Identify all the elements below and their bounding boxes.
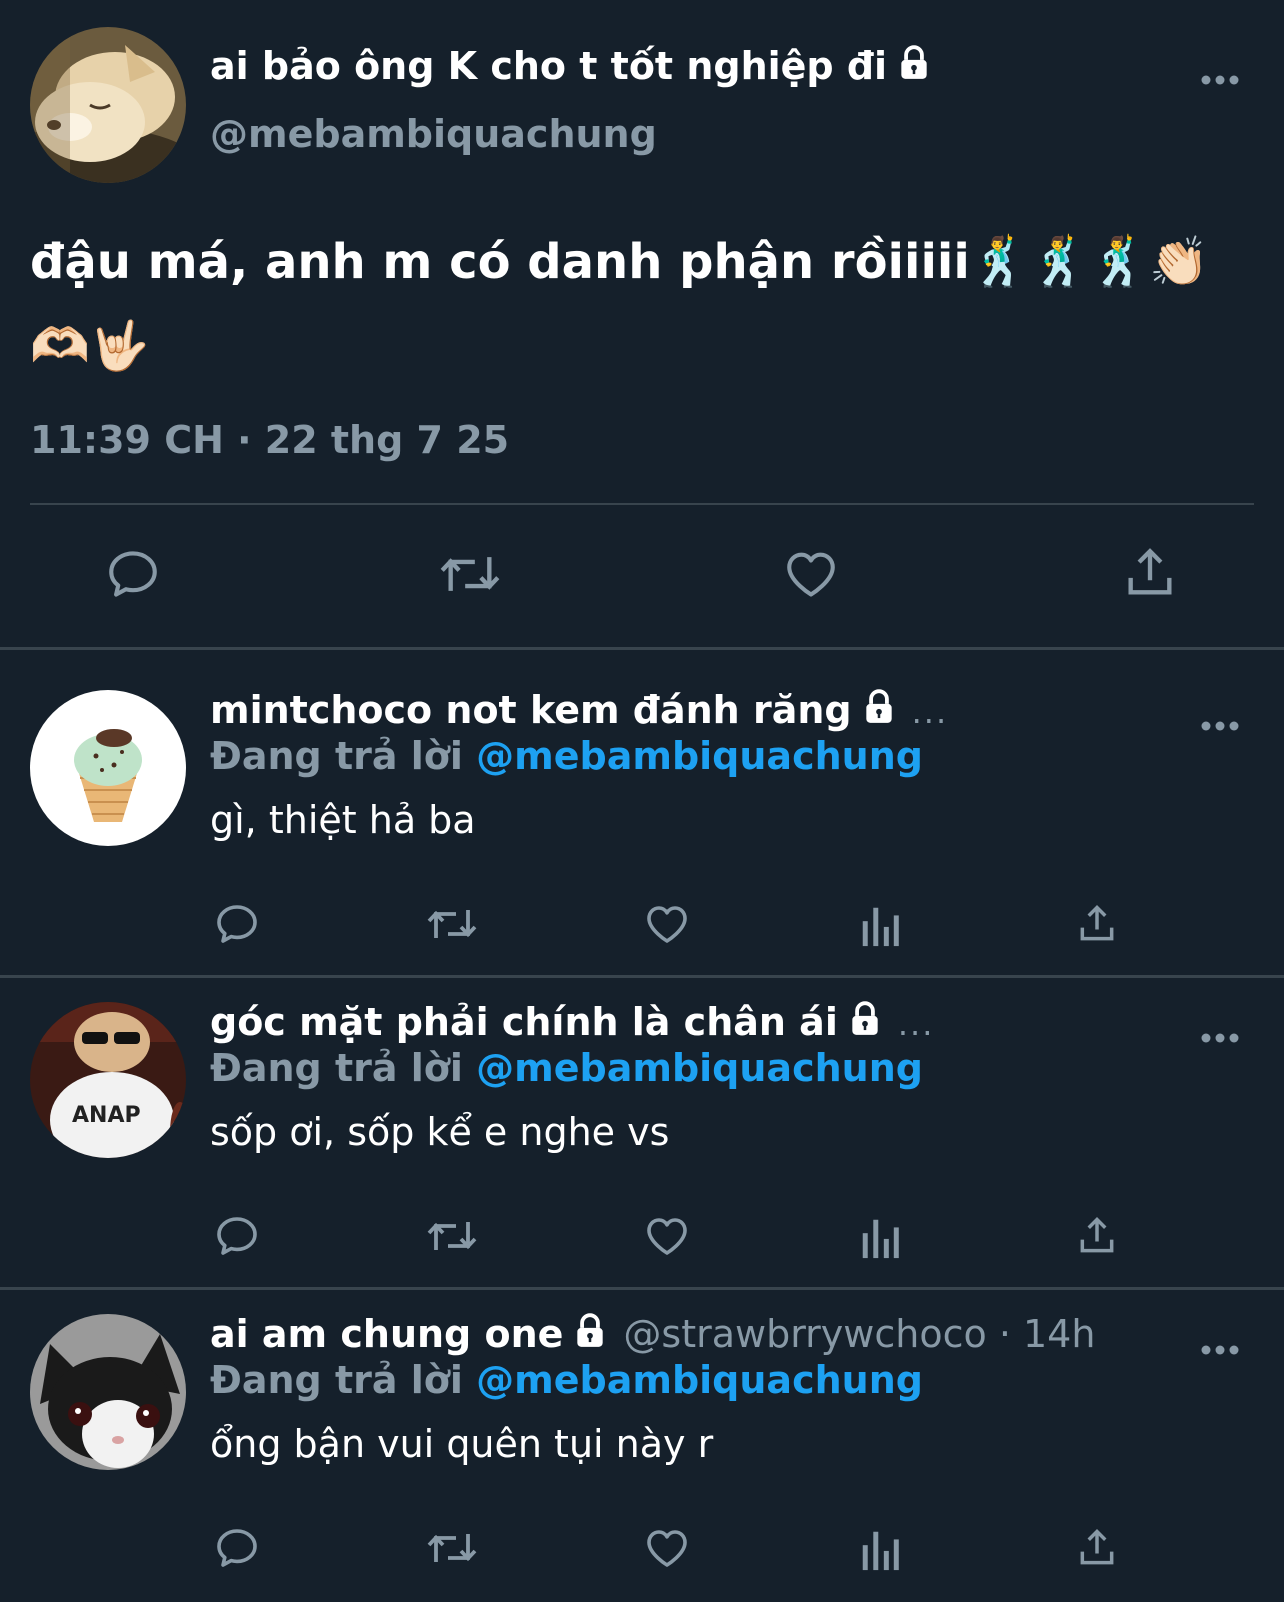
- main-tweet: ai bảo ông K cho t tốt nghiệp đi @mebamb…: [0, 0, 1284, 648]
- share-icon[interactable]: [1075, 900, 1119, 948]
- tweet-emoji-line: 🫶🏻🤟🏻: [30, 318, 150, 374]
- tweet-emoji-line: 🕺🕺🕺👏🏻: [969, 234, 1209, 290]
- kid-sunglasses-avatar: ANAP: [30, 1002, 186, 1158]
- svg-text:ANAP: ANAP: [72, 1103, 141, 1128]
- retweet-icon[interactable]: [424, 900, 480, 948]
- reply-tweet[interactable]: ANAP góc mặt phải chính là chân ái... Đa…: [0, 962, 1284, 1287]
- replying-label: Đang trả lời: [210, 734, 463, 778]
- avatar[interactable]: [30, 27, 186, 183]
- display-name[interactable]: mintchoco not kem đánh răng...: [210, 688, 948, 735]
- reply-icon[interactable]: [104, 545, 162, 603]
- replying-label: Đang trả lời: [210, 1046, 463, 1090]
- divider: [30, 503, 1254, 505]
- mention-link[interactable]: @mebambiquachung: [476, 1046, 923, 1090]
- display-name-text: góc mặt phải chính là chân ái: [210, 1000, 838, 1044]
- handle[interactable]: @mebambiquachung: [210, 112, 657, 156]
- reply-icon[interactable]: [213, 1212, 261, 1260]
- analytics-icon[interactable]: [860, 902, 900, 948]
- lock-icon: [895, 44, 933, 91]
- like-icon[interactable]: [643, 1212, 691, 1260]
- handle-and-time[interactable]: @strawbrrywchoco · 14h: [623, 1312, 1095, 1356]
- display-name-text: ai am chung one: [210, 1312, 564, 1356]
- display-name-text: ai bảo ông K cho t tốt nghiệp đi: [210, 44, 888, 88]
- analytics-icon[interactable]: [860, 1526, 900, 1572]
- like-icon[interactable]: [643, 900, 691, 948]
- black-white-cat-avatar: [30, 1314, 186, 1470]
- mint-choco-ice-cream-avatar: [30, 690, 186, 846]
- replying-to: Đang trả lời @mebambiquachung: [210, 1358, 923, 1402]
- replying-to: Đang trả lời @mebambiquachung: [210, 1046, 923, 1090]
- reply-tweet[interactable]: mintchoco not kem đánh răng... Đang trả …: [0, 650, 1284, 975]
- reply-tweet[interactable]: ai am chung one @strawbrrywchoco · 14h Đa…: [0, 1274, 1284, 1602]
- like-icon[interactable]: [643, 1524, 691, 1572]
- retweet-icon[interactable]: [424, 1524, 480, 1572]
- mention-link[interactable]: @mebambiquachung: [476, 734, 923, 778]
- reply-text: gì, thiệt hả ba: [210, 798, 476, 842]
- timestamp[interactable]: 11:39 CH · 22 thg 7 25: [30, 418, 509, 462]
- tweet-text: đậu má, anh m có danh phận rồiiiii🕺🕺🕺👏🏻 …: [30, 220, 1260, 388]
- retweet-icon[interactable]: [436, 545, 504, 603]
- avatar[interactable]: [30, 690, 186, 846]
- replying-label: Đang trả lời: [210, 1358, 463, 1402]
- more-icon[interactable]: [1200, 1341, 1240, 1355]
- analytics-icon[interactable]: [860, 1214, 900, 1260]
- sleeping-shiba-dog-avatar: [30, 27, 186, 183]
- share-icon[interactable]: [1075, 1524, 1119, 1572]
- more-icon[interactable]: [1200, 717, 1240, 731]
- tweet-text-line: đậu má, anh m có danh phận rồiiiii: [30, 234, 970, 290]
- lock-icon: [846, 1000, 884, 1047]
- more-icon[interactable]: [1200, 1029, 1240, 1043]
- like-icon[interactable]: [781, 545, 841, 603]
- display-name-text: mintchoco not kem đánh răng: [210, 688, 852, 732]
- display-name[interactable]: ai am chung one @strawbrrywchoco · 14h: [210, 1312, 1095, 1359]
- retweet-icon[interactable]: [424, 1212, 480, 1260]
- more-icon[interactable]: [1200, 71, 1240, 85]
- reply-text: ổng bận vui quên tụi này r: [210, 1422, 714, 1466]
- share-icon[interactable]: [1075, 1212, 1119, 1260]
- reply-text: sốp ơi, sốp kể e nghe vs: [210, 1110, 670, 1154]
- share-icon[interactable]: [1121, 543, 1179, 603]
- truncation-ellipsis: ...: [897, 1005, 935, 1043]
- lock-icon: [860, 688, 898, 735]
- mention-link[interactable]: @mebambiquachung: [476, 1358, 923, 1402]
- reply-icon[interactable]: [213, 1524, 261, 1572]
- avatar[interactable]: [30, 1314, 186, 1470]
- avatar[interactable]: ANAP: [30, 1002, 186, 1158]
- display-name[interactable]: ai bảo ông K cho t tốt nghiệp đi: [210, 44, 933, 91]
- replying-to: Đang trả lời @mebambiquachung: [210, 734, 923, 778]
- lock-icon: [571, 1312, 609, 1359]
- display-name[interactable]: góc mặt phải chính là chân ái...: [210, 1000, 934, 1047]
- truncation-ellipsis: ...: [911, 693, 949, 731]
- reply-icon[interactable]: [213, 900, 261, 948]
